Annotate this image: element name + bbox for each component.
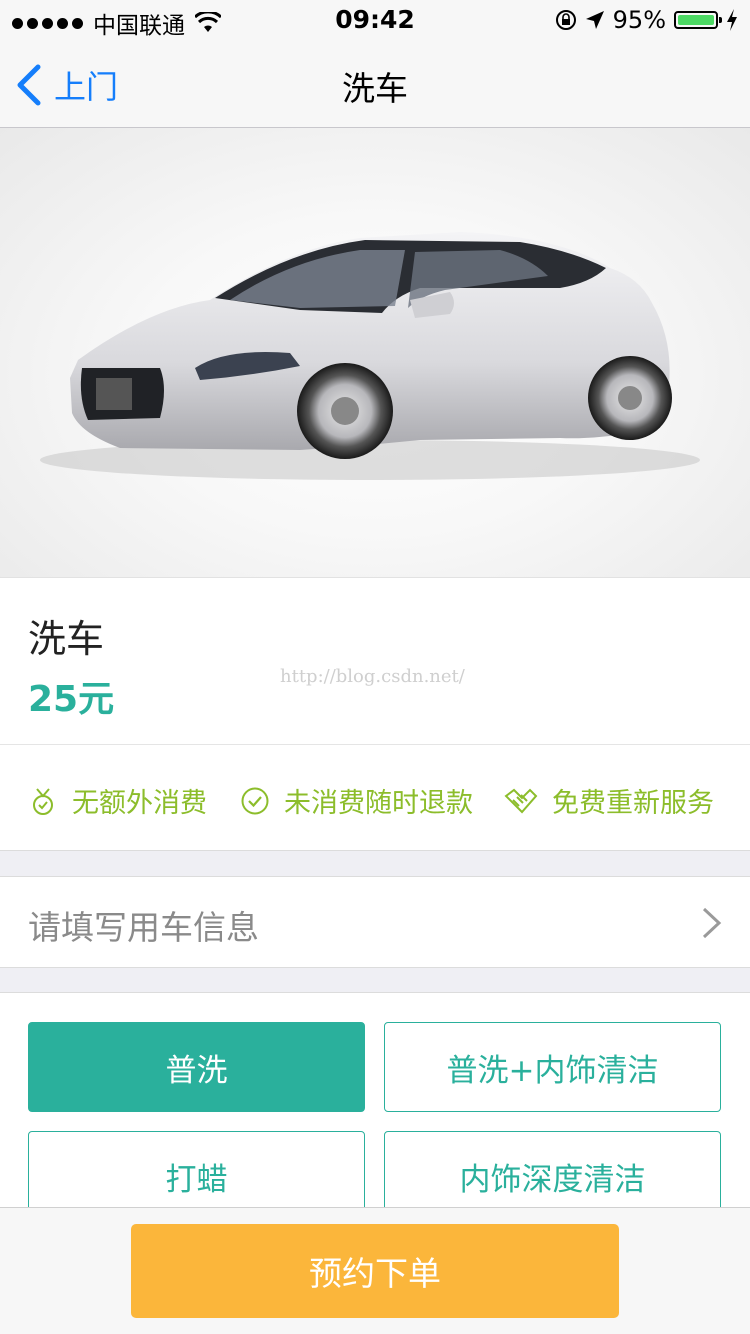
service-option-wash-interior[interactable]: 普洗+内饰清洁 xyxy=(384,1022,721,1112)
location-arrow-icon xyxy=(585,11,604,29)
guarantee-item: 免费重新服务 xyxy=(504,781,714,820)
status-bar: 中国联通 09:42 95% xyxy=(0,0,750,40)
service-option-label: 内饰深度清洁 xyxy=(459,1161,646,1198)
service-option-basic-wash[interactable]: 普洗 xyxy=(28,1022,365,1112)
service-option-label: 普洗+内饰清洁 xyxy=(446,1052,659,1089)
handshake-icon xyxy=(504,788,538,813)
guarantee-label: 免费重新服务 xyxy=(552,788,714,819)
guarantee-label: 无额外消费 xyxy=(72,788,207,819)
status-right: 95% xyxy=(555,6,738,34)
car-photo xyxy=(40,232,700,480)
service-option-wax[interactable]: 打蜡 xyxy=(28,1131,365,1207)
battery-percent: 95% xyxy=(612,6,666,34)
vehicle-info-placeholder: 请填写用车信息 xyxy=(28,908,259,947)
check-circle-icon xyxy=(241,787,269,814)
guarantee-label: 未消费随时退款 xyxy=(284,788,473,819)
bottom-bar: 预约下单 xyxy=(0,1207,750,1334)
guarantees-bar: 无额外消费 未消费随时退款 免费重新服务 xyxy=(0,745,750,851)
product-info: 洗车 25元 http://blog.csdn.net/ xyxy=(0,578,750,745)
page-title: 洗车 xyxy=(342,69,408,108)
product-name: 洗车 xyxy=(28,617,105,661)
rotation-lock-icon xyxy=(555,10,576,30)
battery-icon xyxy=(674,11,722,29)
order-button[interactable]: 预约下单 xyxy=(131,1224,619,1318)
hero-image xyxy=(0,128,750,578)
watermark: http://blog.csdn.net/ xyxy=(280,666,465,687)
medal-icon xyxy=(33,787,53,815)
service-option-label: 普洗 xyxy=(165,1052,228,1089)
service-option-label: 打蜡 xyxy=(165,1161,228,1198)
charging-icon xyxy=(727,9,737,31)
guarantee-item: 未消费随时退款 xyxy=(240,781,473,820)
service-options: 普洗 普洗+内饰清洁 打蜡 内饰深度清洁 xyxy=(0,992,750,1207)
guarantee-item: 无额外消费 xyxy=(28,781,207,820)
service-option-deep-interior[interactable]: 内饰深度清洁 xyxy=(384,1131,721,1207)
nav-bar: 上门 洗车 xyxy=(0,40,750,128)
product-price: 25元 xyxy=(28,679,115,720)
chevron-right-icon xyxy=(702,907,722,939)
order-button-label: 预约下单 xyxy=(309,1254,441,1293)
vehicle-info-row[interactable]: 请填写用车信息 xyxy=(0,876,750,968)
